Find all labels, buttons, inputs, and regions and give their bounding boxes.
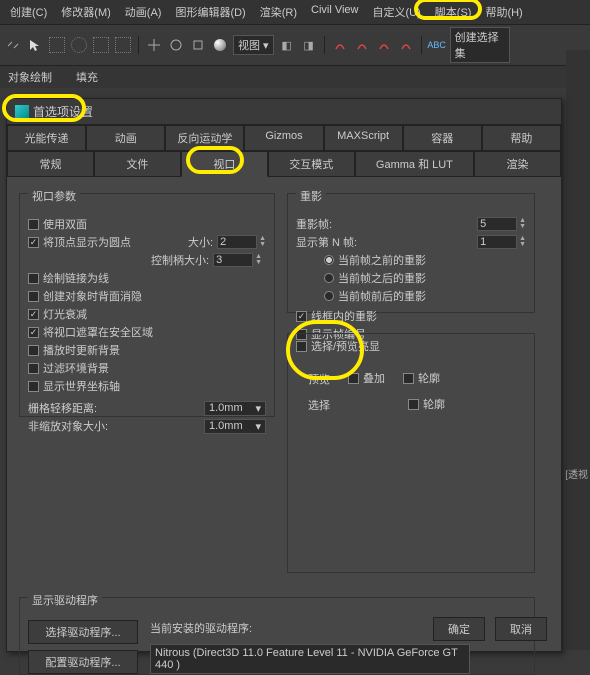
menu-script[interactable]: 脚本(S) — [429, 2, 478, 22]
config-driver-button[interactable]: 配置驱动程序... — [28, 650, 138, 674]
dialog-title-text: 首选项设置 — [33, 103, 93, 120]
snap-toggle-icon[interactable] — [331, 36, 349, 54]
scale-icon[interactable] — [189, 36, 207, 54]
menu-customize[interactable]: 自定义(U) — [367, 2, 427, 22]
ribbon-fill[interactable]: 填充 — [76, 69, 98, 85]
tab-ik[interactable]: 反向运动学 — [165, 125, 244, 151]
chk-filter-env[interactable] — [28, 363, 39, 374]
dialog-titlebar: 首选项设置 — [7, 99, 561, 125]
tab-containers[interactable]: 容器 — [403, 125, 482, 151]
snap-angle-icon[interactable] — [353, 36, 371, 54]
app-icon — [15, 105, 29, 119]
move-icon[interactable] — [145, 36, 163, 54]
ribbon-draw[interactable]: 对象绘制 — [8, 69, 52, 85]
select-rect-icon[interactable] — [48, 36, 66, 54]
group-selection-preview: 选择/预览亮显 预览 叠加 轮廓 选择 轮廓 — [287, 333, 535, 573]
ribbon-bar: 对象绘制 填充 — [0, 66, 590, 88]
radio-before[interactable] — [324, 255, 334, 265]
chk-backface[interactable] — [28, 291, 39, 302]
chk-mask-safe[interactable] — [28, 327, 39, 338]
chk-outline2[interactable] — [408, 399, 419, 410]
vertex-size-input[interactable] — [217, 235, 257, 249]
radio-around[interactable] — [324, 291, 334, 301]
handle-size-input[interactable] — [213, 253, 253, 267]
tab-help[interactable]: 帮助 — [482, 125, 561, 151]
grid-dist-dropdown[interactable]: 1.0mm▾ — [204, 401, 266, 416]
viewport-label: [透视 — [565, 466, 588, 481]
cancel-button[interactable]: 取消 — [495, 617, 547, 641]
chk-draw-links[interactable] — [28, 273, 39, 284]
group-viewport-params: 视口参数 使用双面 将顶点显示为圆点 大小: ▲▼ 控制柄大小: ▲▼ 绘制链接… — [19, 193, 275, 417]
sphere-icon[interactable] — [211, 36, 229, 54]
preferences-dialog: 首选项设置 光能传递 动画 反向运动学 Gizmos MAXScript 容器 … — [6, 98, 562, 652]
menu-modifiers[interactable]: 修改器(M) — [55, 2, 117, 22]
menu-help[interactable]: 帮助(H) — [479, 2, 528, 22]
tabs-row-1: 光能传递 动画 反向运动学 Gizmos MAXScript 容器 帮助 — [7, 125, 561, 151]
chk-sel-preview[interactable] — [296, 341, 307, 352]
menu-civil[interactable]: Civil View — [305, 2, 364, 22]
tab-files[interactable]: 文件 — [94, 151, 181, 177]
chk-wireframe-ghost[interactable] — [296, 311, 307, 322]
tool-link[interactable] — [4, 36, 22, 54]
menu-animation[interactable]: 动画(A) — [119, 2, 168, 22]
ghost-frames-input[interactable] — [477, 217, 517, 231]
tab-general[interactable]: 常规 — [7, 151, 94, 177]
tab-gizmos[interactable]: Gizmos — [244, 125, 323, 151]
chk-light-atten[interactable] — [28, 309, 39, 320]
snap-percent-icon[interactable] — [375, 36, 393, 54]
chk-outline1[interactable] — [403, 373, 414, 384]
main-toolbar: 视图 ▾ ◧ ◨ ABC 创建选择集 — [0, 24, 590, 66]
nonscale-dropdown[interactable]: 1.0mm▾ — [204, 419, 266, 434]
view-mode-dropdown[interactable]: 视图 ▾ — [233, 35, 274, 55]
tab-maxscript[interactable]: MAXScript — [324, 125, 403, 151]
select-arrow-icon[interactable] — [26, 36, 44, 54]
select-lasso-icon[interactable] — [114, 36, 132, 54]
snap-spinner-icon[interactable] — [397, 36, 415, 54]
menu-graph[interactable]: 图形编辑器(D) — [169, 2, 251, 22]
tab-animation[interactable]: 动画 — [86, 125, 165, 151]
group-ghosting: 重影 重影帧: ▲▼ 显示第 N 帧: ▲▼ 当前帧之前的重影 当前帧之后的重影… — [287, 193, 535, 313]
tab-interaction[interactable]: 交互模式 — [268, 151, 355, 177]
select-circle-icon[interactable] — [70, 36, 88, 54]
tool-b[interactable]: ◨ — [300, 36, 318, 54]
chk-update-bg[interactable] — [28, 345, 39, 356]
command-panel-strip — [566, 50, 590, 650]
tab-radiosity[interactable]: 光能传递 — [7, 125, 86, 151]
tab-viewport[interactable]: 视口 — [181, 151, 268, 177]
tool-a[interactable]: ◧ — [278, 36, 296, 54]
tab-gamma[interactable]: Gamma 和 LUT — [355, 151, 474, 177]
ghost-nth-input[interactable] — [477, 235, 517, 249]
rotate-icon[interactable] — [167, 36, 185, 54]
chk-show-vertex[interactable] — [28, 237, 39, 248]
chk-use-dual[interactable] — [28, 219, 39, 230]
chk-show-world[interactable] — [28, 381, 39, 392]
chk-overlay[interactable] — [348, 373, 359, 384]
choose-driver-button[interactable]: 选择驱动程序... — [28, 620, 138, 644]
named-selection-input[interactable]: 创建选择集 — [450, 27, 510, 63]
named-sel-icon[interactable]: ABC — [428, 36, 446, 54]
driver-info-text: Nitrous (Direct3D 11.0 Feature Level 11 … — [150, 644, 470, 674]
menu-bar: 创建(C) 修改器(M) 动画(A) 图形编辑器(D) 渲染(R) Civil … — [0, 0, 590, 24]
ok-button[interactable]: 确定 — [433, 617, 485, 641]
select-fence-icon[interactable] — [92, 36, 110, 54]
radio-after[interactable] — [324, 273, 334, 283]
menu-create[interactable]: 创建(C) — [4, 2, 53, 22]
spinner-arrows[interactable]: ▲▼ — [259, 236, 266, 248]
tabs-row-2: 常规 文件 视口 交互模式 Gamma 和 LUT 渲染 — [7, 151, 561, 177]
menu-render[interactable]: 渲染(R) — [254, 2, 303, 22]
tab-render[interactable]: 渲染 — [474, 151, 561, 177]
